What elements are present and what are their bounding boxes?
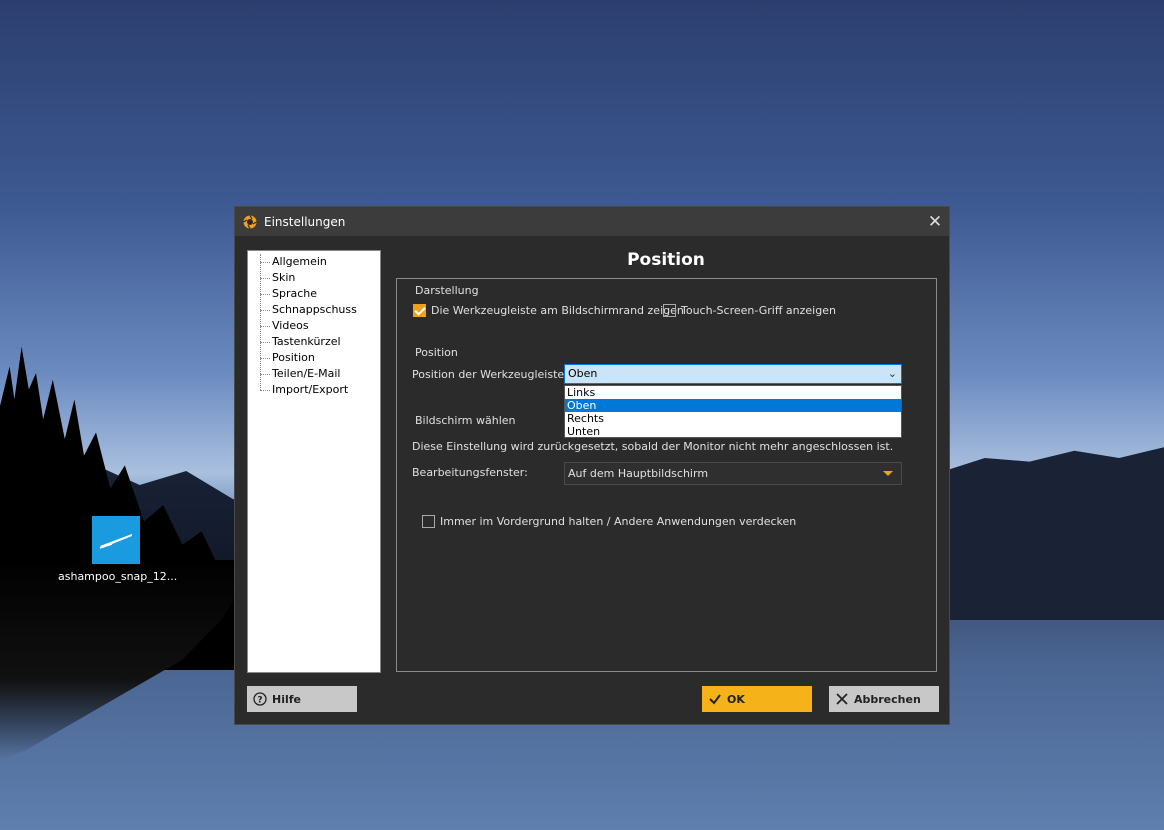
svg-text:?: ? xyxy=(257,696,262,706)
edit-window-label: Bearbeitungsfenster: xyxy=(412,466,528,479)
cancel-button-label: Abbrechen xyxy=(854,692,921,706)
nav-item-skin[interactable]: Skin xyxy=(248,270,380,286)
toolbar-position-selected-value: Oben xyxy=(568,367,598,380)
foreground-checkbox-row[interactable]: Immer im Vordergrund halten / Andere Anw… xyxy=(422,515,796,528)
page-title: Position xyxy=(627,250,705,270)
toolbar-edge-checkbox-row[interactable]: Die Werkzeugleiste am Bildschirmrand zei… xyxy=(413,304,684,317)
desktop-shortcut-ashampoo-snap[interactable]: ashampoo_snap_12... xyxy=(58,516,178,583)
toolbar-edge-checkbox-label: Die Werkzeugleiste am Bildschirmrand zei… xyxy=(431,304,684,317)
monitor-reset-note: Diese Einstellung wird zurückgesetzt, so… xyxy=(412,440,894,453)
foreground-checkbox[interactable] xyxy=(422,515,435,528)
dropdown-option-links[interactable]: Links xyxy=(565,386,901,399)
position-heading: Position xyxy=(415,346,458,359)
toolbar-edge-checkbox[interactable] xyxy=(413,304,426,317)
dropdown-option-unten[interactable]: Unten xyxy=(565,425,901,438)
help-button[interactable]: ? Hilfe xyxy=(247,686,357,712)
nav-item-schnappschuss[interactable]: Schnappschuss xyxy=(248,302,380,318)
ok-button[interactable]: OK xyxy=(702,686,812,712)
app-logo-icon xyxy=(243,214,257,229)
background-hills xyxy=(940,447,1164,620)
help-icon: ? xyxy=(253,692,267,706)
nav-item-videos[interactable]: Videos xyxy=(248,318,380,334)
dialog-titlebar[interactable]: Einstellungen ✕ xyxy=(235,207,949,236)
touch-grip-checkbox-row[interactable]: Touch-Screen-Griff anzeigen xyxy=(663,304,836,317)
ashampoo-snap-icon xyxy=(92,516,140,564)
help-button-label: Hilfe xyxy=(272,692,301,706)
nav-item-position[interactable]: Position xyxy=(248,350,380,366)
toolbar-position-label: Position der Werkzeugleiste: xyxy=(412,368,568,381)
nav-item-teilen-email[interactable]: Teilen/E-Mail xyxy=(248,366,380,382)
edit-window-selected-value: Auf dem Hauptbildschirm xyxy=(568,467,709,480)
nav-item-import-export[interactable]: Import/Export xyxy=(248,382,380,398)
bildschirm-heading: Bildschirm wählen xyxy=(415,414,516,427)
toolbar-position-dropdown: Links Oben Rechts Unten xyxy=(564,385,902,438)
darstellung-heading: Darstellung xyxy=(415,284,479,297)
close-icon[interactable]: ✕ xyxy=(921,212,949,232)
dropdown-arrow-icon xyxy=(883,471,893,476)
nav-item-tastenkuerzel[interactable]: Tastenkürzel xyxy=(248,334,380,350)
settings-nav-tree: Allgemein Skin Sprache Schnappschuss Vid… xyxy=(247,250,381,673)
check-icon xyxy=(709,694,721,705)
desktop-icon-label: ashampoo_snap_12... xyxy=(58,570,178,583)
toolbar-position-select[interactable]: Oben ⌄ xyxy=(564,364,902,384)
touch-grip-checkbox[interactable] xyxy=(663,304,676,317)
nav-item-allgemein[interactable]: Allgemein xyxy=(248,254,380,270)
nav-item-sprache[interactable]: Sprache xyxy=(248,286,380,302)
touch-grip-checkbox-label: Touch-Screen-Griff anzeigen xyxy=(681,304,836,317)
edit-window-select[interactable]: Auf dem Hauptbildschirm xyxy=(564,462,902,485)
close-x-icon xyxy=(836,693,848,705)
cancel-button[interactable]: Abbrechen xyxy=(829,686,939,712)
dropdown-option-oben[interactable]: Oben xyxy=(565,399,901,412)
foreground-checkbox-label: Immer im Vordergrund halten / Andere Anw… xyxy=(440,515,797,528)
dropdown-option-rechts[interactable]: Rechts xyxy=(565,412,901,425)
ok-button-label: OK xyxy=(727,692,745,706)
chevron-down-icon: ⌄ xyxy=(887,367,897,380)
settings-dialog: Einstellungen ✕ Allgemein Skin Sprache S… xyxy=(234,206,950,725)
dialog-title: Einstellungen xyxy=(264,214,346,229)
